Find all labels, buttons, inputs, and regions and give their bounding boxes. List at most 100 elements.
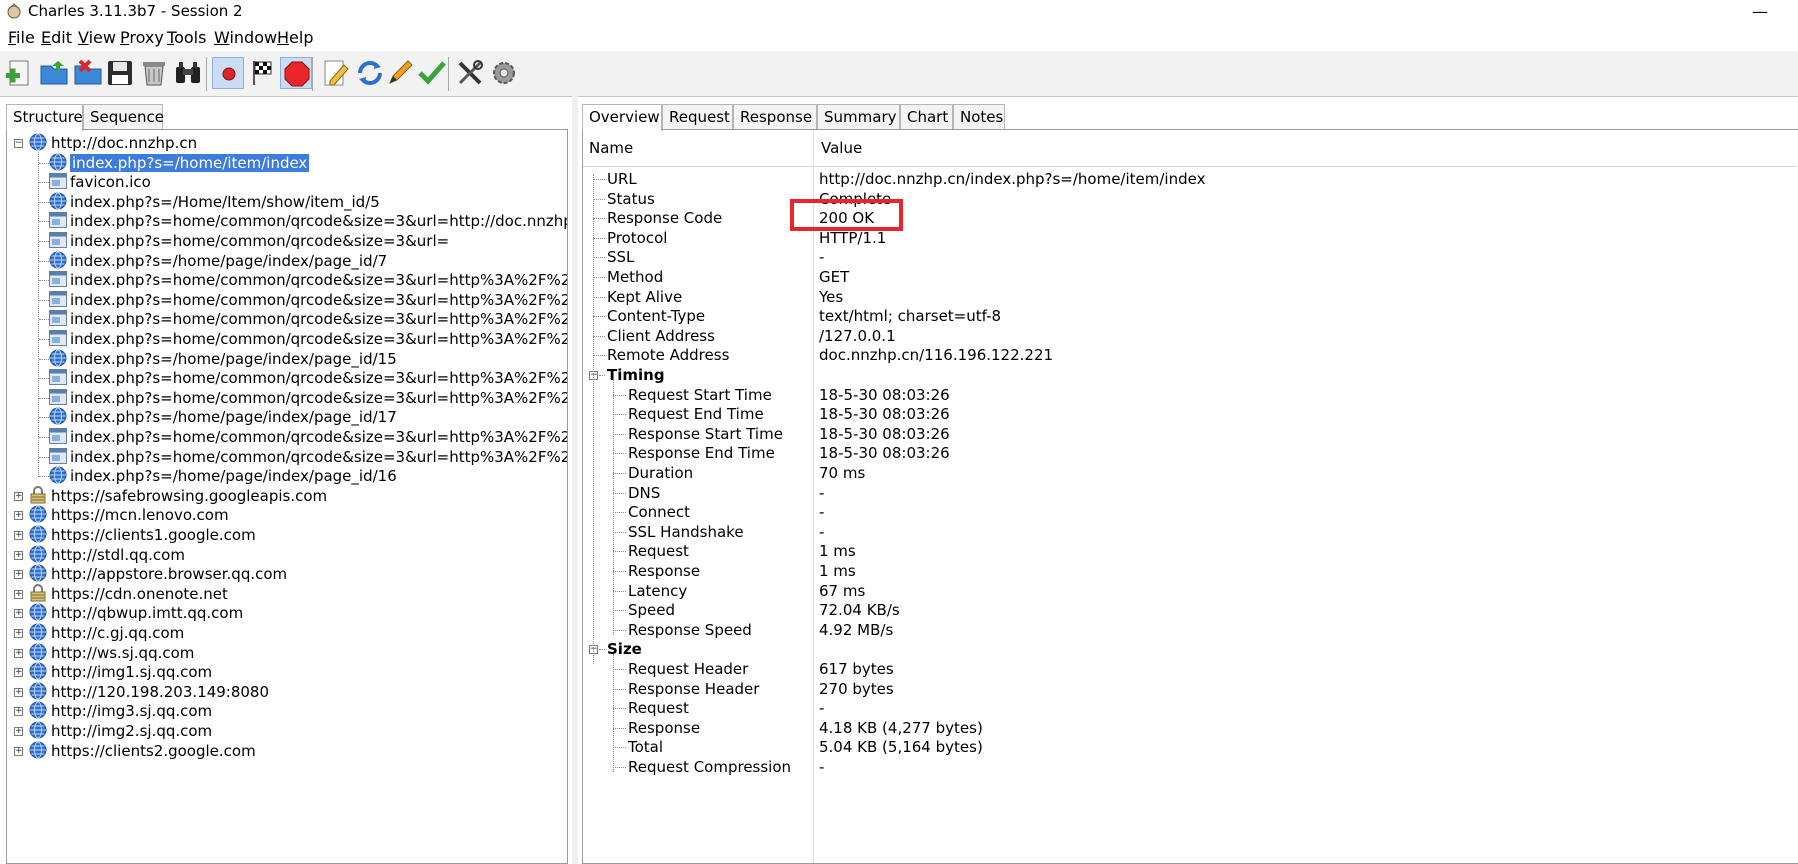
expand-toggle[interactable]: + bbox=[14, 531, 23, 540]
tree-guide-line bbox=[613, 708, 626, 710]
expand-toggle[interactable]: + bbox=[14, 687, 23, 697]
tree-guide-line bbox=[593, 174, 594, 664]
tree-host-item[interactable]: https://clients2.google.com bbox=[51, 740, 256, 762]
save-session-button[interactable] bbox=[104, 57, 136, 89]
tree-item-label: favicon.ico bbox=[70, 173, 151, 192]
edit-button[interactable] bbox=[384, 57, 416, 89]
column-header-name[interactable]: Name bbox=[589, 139, 633, 157]
menu-file[interactable]: File bbox=[8, 28, 35, 47]
property-value[interactable]: 270 bytes bbox=[819, 678, 894, 700]
validate-button[interactable] bbox=[416, 57, 448, 89]
minimize-button[interactable]: — bbox=[1752, 2, 1768, 21]
collapse-toggle[interactable]: − bbox=[14, 139, 23, 148]
tree-guide-line bbox=[39, 319, 49, 321]
menu-view[interactable]: View bbox=[78, 28, 116, 47]
find-button[interactable] bbox=[172, 57, 204, 89]
tab-chart[interactable]: Chart bbox=[900, 104, 953, 129]
close-session-icon bbox=[72, 59, 104, 93]
property-value[interactable]: 70 ms bbox=[819, 462, 865, 484]
expand-toggle[interactable]: + bbox=[14, 589, 23, 599]
structure-pane: Structure Sequence − http://doc.nnzhp.cn in… bbox=[6, 104, 568, 864]
tree-guide-line bbox=[613, 767, 626, 768]
property-value[interactable]: doc.nnzhp.cn/116.196.122.221 bbox=[819, 344, 1053, 366]
tab-overview[interactable]: Overview bbox=[582, 104, 662, 131]
expand-toggle[interactable]: + bbox=[14, 609, 23, 619]
tree-guide-line bbox=[613, 512, 626, 514]
column-header-value[interactable]: Value bbox=[821, 139, 862, 157]
settings-button[interactable] bbox=[488, 57, 520, 89]
window-title: Charles 3.11.3b7 - Session 2 bbox=[28, 2, 243, 20]
menu-proxy[interactable]: Proxy bbox=[120, 28, 164, 47]
globe-icon bbox=[29, 741, 47, 759]
menu-help[interactable]: Help bbox=[277, 28, 313, 47]
pane-splitter[interactable] bbox=[572, 96, 578, 864]
tree-guide-line bbox=[38, 152, 39, 478]
globe-icon bbox=[29, 133, 47, 151]
tab-request[interactable]: Request bbox=[662, 104, 733, 129]
menu-window[interactable]: Window bbox=[214, 28, 277, 47]
clear-session-button[interactable] bbox=[138, 57, 170, 89]
close-session-button[interactable] bbox=[72, 57, 104, 89]
tools-button[interactable] bbox=[454, 57, 486, 89]
tab-summary[interactable]: Summary bbox=[817, 104, 900, 129]
expand-toggle[interactable]: + bbox=[14, 629, 23, 638]
throttle-button[interactable] bbox=[246, 57, 278, 89]
menu-edit[interactable]: Edit bbox=[41, 28, 72, 47]
menu-label-rest: dit bbox=[51, 28, 72, 47]
tree-guide-line bbox=[593, 218, 605, 220]
property-value[interactable]: - bbox=[819, 756, 824, 778]
tab-response[interactable]: Response bbox=[733, 104, 817, 129]
expand-toggle[interactable]: + bbox=[14, 668, 23, 678]
globe-icon bbox=[29, 545, 47, 563]
tree-guide-line bbox=[613, 433, 626, 435]
compose-button[interactable] bbox=[320, 57, 352, 89]
breakpoints-button[interactable] bbox=[280, 57, 312, 89]
repeat-button[interactable] bbox=[354, 57, 386, 89]
breakpoints-icon bbox=[281, 61, 313, 94]
property-value[interactable]: 5.04 KB (5,164 bytes) bbox=[819, 736, 983, 758]
expand-toggle[interactable]: + bbox=[14, 550, 23, 560]
menu-bar: File Edit View Proxy Tools Window Help bbox=[0, 26, 1798, 50]
expand-toggle[interactable]: + bbox=[14, 746, 23, 756]
document-icon bbox=[49, 212, 67, 229]
record-button[interactable] bbox=[212, 57, 244, 89]
property-value[interactable]: 4.92 MB/s bbox=[819, 619, 893, 641]
expand-toggle[interactable]: + bbox=[14, 570, 23, 580]
menu-tools[interactable]: Tools bbox=[167, 28, 206, 47]
tab-structure[interactable]: Structure bbox=[6, 104, 83, 131]
expand-toggle[interactable]: + bbox=[14, 648, 23, 658]
tree-item-label: index.php?s=home/common/qrcode&size=3&ur… bbox=[70, 290, 568, 309]
tree-guide-line bbox=[613, 590, 626, 592]
compose-icon bbox=[320, 60, 352, 93]
menu-label-rest: ools bbox=[174, 28, 207, 47]
tree-item-label: index.php?s=/home/page/index/page_id/16 bbox=[70, 467, 397, 486]
menu-label-rest: indow bbox=[229, 28, 278, 47]
tree-guide-line bbox=[613, 669, 626, 670]
expand-toggle[interactable]: + bbox=[14, 707, 23, 717]
expand-toggle[interactable]: + bbox=[14, 727, 23, 736]
tree-guide-line bbox=[39, 456, 49, 458]
toolbar-separator bbox=[312, 57, 313, 91]
open-session-button[interactable] bbox=[38, 57, 70, 89]
expand-toggle[interactable]: + bbox=[14, 511, 23, 521]
structure-tree[interactable]: − http://doc.nnzhp.cn index.php?s=/home/it… bbox=[6, 129, 568, 864]
tab-sequence[interactable]: Sequence bbox=[83, 104, 164, 129]
tree-guide-line bbox=[613, 747, 626, 749]
tree-guide-line bbox=[593, 335, 605, 337]
tree-guide-line bbox=[39, 201, 49, 203]
lock-icon bbox=[29, 485, 47, 504]
tree-guide-line bbox=[613, 473, 626, 474]
tree-guide-line bbox=[613, 688, 626, 690]
menu-mnemonic: F bbox=[8, 28, 17, 47]
new-session-button[interactable] bbox=[4, 57, 36, 89]
globe-icon bbox=[29, 564, 47, 582]
tree-guide-line bbox=[613, 492, 626, 494]
document-icon bbox=[49, 310, 67, 327]
property-value[interactable]: HTTP/1.1 bbox=[819, 227, 886, 249]
tree-guide-line bbox=[593, 179, 605, 180]
tree-guide-line bbox=[39, 299, 49, 301]
tree-item-label: index.php?s=/home/page/index/page_id/7 bbox=[70, 251, 388, 270]
property-name: Response Speed bbox=[628, 620, 752, 639]
expand-toggle[interactable]: + bbox=[14, 491, 23, 501]
tab-notes[interactable]: Notes bbox=[953, 104, 1005, 129]
